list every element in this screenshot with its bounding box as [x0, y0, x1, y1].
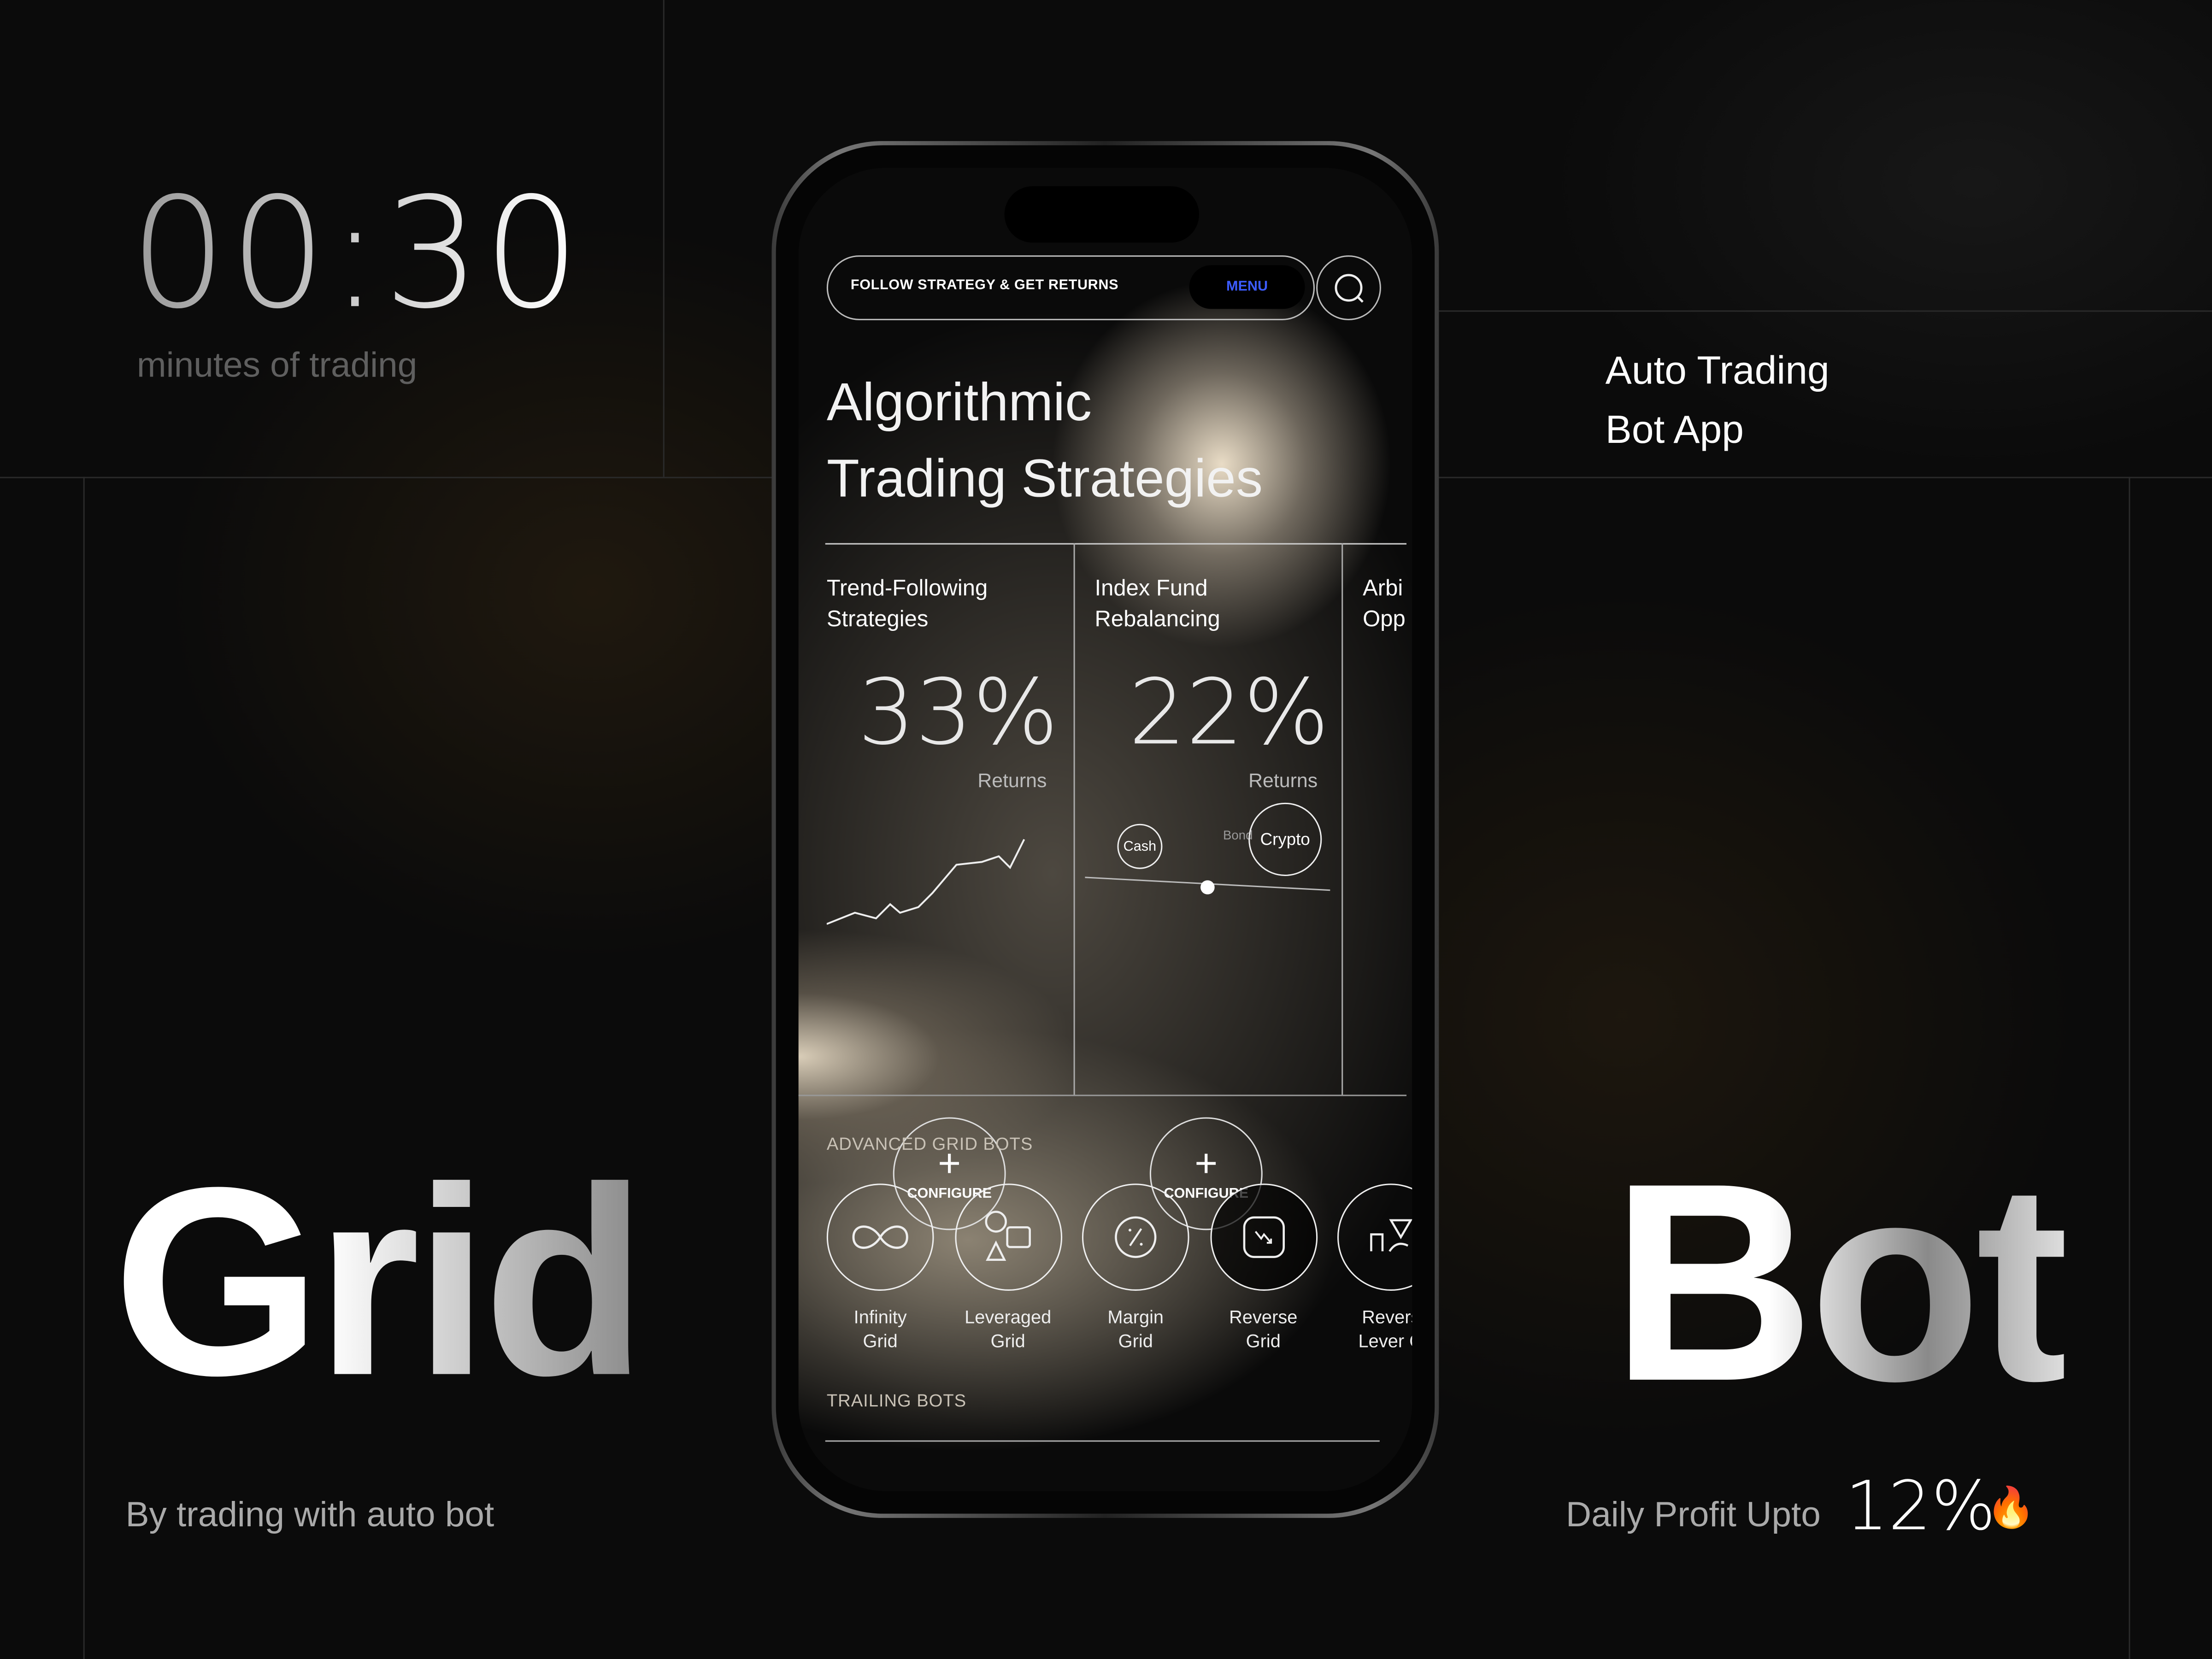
trailing-bots-title: TRAILING BOTS: [826, 1391, 967, 1411]
profit-value: 12%: [1845, 1467, 1996, 1547]
search-button[interactable]: [1316, 255, 1381, 320]
bot-label: Grid: [1246, 1330, 1281, 1352]
strategy-name: Arbi: [1363, 577, 1403, 601]
returns-value: 22%: [1128, 661, 1330, 766]
timer: 00:30: [129, 166, 583, 343]
menu-button[interactable]: MENU: [1189, 265, 1305, 309]
dynamic-island: [1004, 186, 1200, 243]
divider: [1073, 543, 1075, 1095]
strategy-card-arbitrage[interactable]: Arbi Opp: [1363, 574, 1412, 636]
grid-headline: Grid: [113, 1129, 647, 1436]
timer-caption: minutes of trading: [136, 345, 418, 385]
strategy-name: Trend-Following: [826, 577, 988, 601]
bot-label: Infinity: [853, 1306, 907, 1328]
divider: [825, 1440, 1380, 1442]
strategy-name: Index Fund: [1094, 577, 1208, 601]
divider: [798, 1094, 1407, 1096]
divider: [1439, 310, 2212, 312]
advanced-bots-title: ADVANCED GRID BOTS: [826, 1134, 1033, 1154]
bot-margin-grid[interactable]: Margin Grid: [1082, 1183, 1189, 1353]
strategy-card-trend[interactable]: Trend-Following Strategies 33% Returns +…: [826, 574, 1066, 1230]
allocation-crypto: Crypto: [1248, 802, 1322, 877]
header-tagline: FOLLOW STRATEGY & GET RETURNS: [850, 278, 1119, 294]
strategy-card-index[interactable]: Index Fund Rebalancing 22% Returns Cash …: [1085, 574, 1334, 1230]
bot-label: Grid: [990, 1330, 1025, 1352]
title-line: Trading Strategies: [826, 450, 1263, 510]
bot-label: Leveraged: [965, 1306, 1052, 1328]
divider: [1341, 543, 1343, 1095]
tagline: By trading with auto bot: [125, 1495, 494, 1535]
returns-label: Returns: [1248, 769, 1318, 792]
fire-icon: 🔥: [1986, 1485, 2036, 1530]
plus-icon: +: [1194, 1140, 1218, 1184]
phone-mockup: FOLLOW STRATEGY & GET RETURNS MENU Algor…: [771, 141, 1439, 1518]
returns-label: Returns: [977, 769, 1047, 792]
app-screen: FOLLOW STRATEGY & GET RETURNS MENU Algor…: [798, 168, 1412, 1491]
bot-label: Grid: [1118, 1330, 1153, 1352]
profit-label: Daily Profit Upto: [1565, 1495, 1821, 1535]
divider: [2129, 477, 2130, 1659]
bot-label: Lever G: [1358, 1330, 1412, 1352]
bots-list: Infinity Grid Leveraged Grid Margin Grid Re…: [826, 1183, 1412, 1353]
bot-label: Revers: [1362, 1306, 1412, 1328]
slider-handle[interactable]: [1200, 880, 1215, 894]
app-title-line: Bot App: [1605, 407, 1744, 452]
infinity-icon: [852, 1225, 908, 1249]
trend-down-icon: [1242, 1216, 1284, 1258]
divider: [825, 543, 1407, 545]
allocation-cash: Cash: [1117, 824, 1163, 869]
percent-icon: [1115, 1216, 1157, 1258]
divider: [663, 0, 665, 477]
bot-infinity-grid[interactable]: Infinity Grid: [826, 1183, 934, 1353]
reverse-leverage-icon: [1370, 1219, 1412, 1252]
bot-leveraged-grid[interactable]: Leveraged Grid: [954, 1183, 1062, 1353]
stage: 00:30 minutes of trading Grid By trading…: [0, 0, 2212, 1659]
strategy-name: Strategies: [826, 608, 929, 632]
sparkline-chart: [826, 839, 1025, 925]
bot-label: Reverse: [1229, 1306, 1298, 1328]
divider: [83, 477, 85, 1659]
search-icon: [1335, 274, 1364, 303]
bot-reverse-grid[interactable]: Reverse Grid: [1209, 1183, 1317, 1353]
returns-value: 33%: [858, 661, 1059, 766]
strategy-name: Opp: [1363, 608, 1406, 632]
app-title-line: Auto Trading: [1605, 348, 1830, 393]
bot-label: Grid: [863, 1330, 898, 1352]
bot-reverse-leverage-grid[interactable]: ReversLever G: [1337, 1183, 1412, 1353]
strategy-name: Rebalancing: [1094, 608, 1220, 632]
page-title: Algorithmic Trading Strategies: [827, 365, 1263, 518]
bot-label: Margin: [1107, 1306, 1164, 1328]
shapes-icon: [984, 1211, 1030, 1261]
app-title: Auto Trading Bot App: [1606, 341, 1830, 460]
title-line: Algorithmic: [826, 374, 1092, 433]
bot-headline: Bot: [1611, 1122, 2070, 1446]
header-bar: FOLLOW STRATEGY & GET RETURNS MENU: [826, 255, 1315, 320]
